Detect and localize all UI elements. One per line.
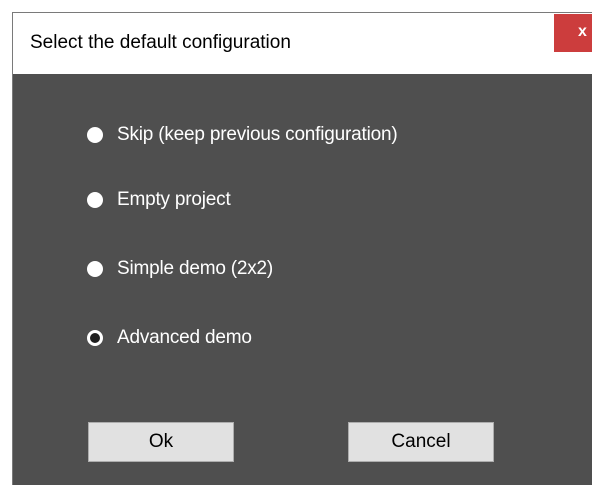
dialog-title: Select the default configuration — [30, 32, 291, 53]
radio-option-advanced-demo[interactable]: Advanced demo — [87, 323, 252, 353]
close-icon: x — [578, 23, 587, 40]
radio-label-simple-demo: Simple demo (2x2) — [117, 258, 274, 279]
radio-button-empty-project[interactable] — [87, 192, 103, 208]
radio-option-empty-project[interactable]: Empty project — [87, 185, 231, 215]
radio-option-simple-demo[interactable]: Simple demo (2x2) — [87, 254, 273, 284]
ok-button[interactable]: Ok — [88, 422, 234, 462]
close-button[interactable]: x — [554, 14, 592, 52]
dialog-titlebar[interactable]: Select the default configuration — [13, 13, 592, 74]
radio-button-skip[interactable] — [87, 127, 103, 143]
radio-label-empty-project: Empty project — [117, 189, 231, 210]
radio-button-advanced-demo[interactable] — [87, 330, 103, 346]
radio-label-skip: Skip (keep previous configuration) — [117, 124, 398, 145]
radio-option-skip[interactable]: Skip (keep previous configuration) — [87, 120, 398, 150]
dialog-content: Skip (keep previous configuration) Empty… — [13, 74, 592, 485]
cancel-button[interactable]: Cancel — [348, 422, 494, 462]
radio-label-advanced-demo: Advanced demo — [117, 327, 252, 348]
radio-button-simple-demo[interactable] — [87, 261, 103, 277]
